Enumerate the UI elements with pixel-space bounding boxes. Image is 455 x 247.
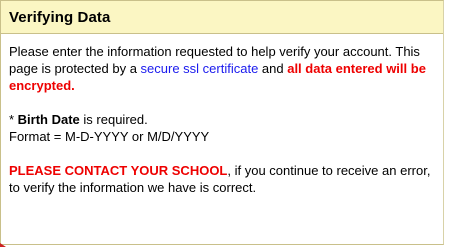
required-asterisk: * <box>9 112 18 127</box>
contact-paragraph: PLEASE CONTACT YOUR SCHOOL, if you conti… <box>9 162 435 196</box>
panel-body: Please enter the information requested t… <box>1 34 443 196</box>
birth-date-label: Birth Date <box>17 112 80 127</box>
contact-school-alert: PLEASE CONTACT YOUR SCHOOL <box>9 163 228 178</box>
verifying-data-panel: Verifying Data Please enter the informat… <box>0 0 444 245</box>
intro-connector-text: and <box>258 61 288 76</box>
panel-title: Verifying Data <box>9 8 111 26</box>
cursor-fragment-icon <box>0 243 6 247</box>
required-text: is required. <box>79 112 148 127</box>
birth-date-paragraph: * Birth Date is required. Format = M-D-YY… <box>9 111 435 145</box>
intro-paragraph: Please enter the information requested t… <box>9 43 435 94</box>
secure-ssl-certificate-link[interactable]: secure ssl certificate <box>141 61 259 76</box>
date-format-text: Format = M-D-YYYY or M/D/YYYY <box>9 129 210 144</box>
panel-header: Verifying Data <box>1 1 443 34</box>
